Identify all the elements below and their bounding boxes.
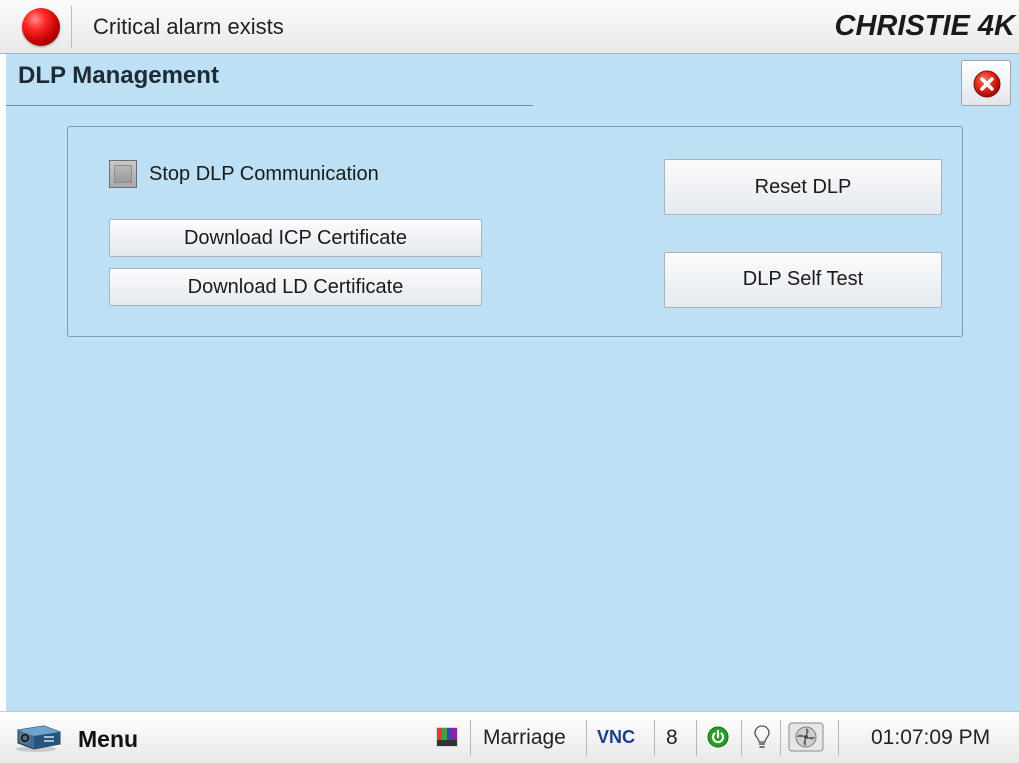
alarm-led-icon[interactable] <box>22 8 60 46</box>
reset-dlp-button[interactable]: Reset DLP <box>664 159 942 215</box>
status-separator <box>470 720 471 756</box>
fan-icon[interactable] <box>788 722 824 752</box>
download-icp-certificate-button[interactable]: Download ICP Certificate <box>109 219 482 257</box>
dlp-self-test-button[interactable]: DLP Self Test <box>664 252 942 308</box>
test-pattern-icon[interactable] <box>436 727 458 747</box>
brand-logo: CHRISTIE 4K <box>834 10 1015 42</box>
projector-icon <box>16 725 61 752</box>
stop-dlp-communication-label[interactable]: Stop DLP Communication <box>149 163 379 186</box>
top-bar-separator <box>71 6 72 48</box>
alarm-status-text[interactable]: Critical alarm exists <box>93 14 284 40</box>
dlp-controls-panel: Stop DLP Communication Download ICP Cert… <box>67 126 963 337</box>
status-bar: Menu Marriage VNC 8 01:07:09 PM <box>0 711 1019 763</box>
page-title: DLP Management <box>18 62 219 89</box>
close-icon <box>973 70 1001 98</box>
channel-name[interactable]: Marriage <box>483 726 566 750</box>
checkbox-fill <box>114 165 132 183</box>
lamp-icon[interactable] <box>753 724 771 750</box>
status-separator <box>838 720 839 756</box>
menu-button[interactable]: Menu <box>6 716 156 760</box>
download-ld-certificate-button[interactable]: Download LD Certificate <box>109 268 482 306</box>
close-button[interactable] <box>961 60 1011 106</box>
clock: 01:07:09 PM <box>871 726 991 749</box>
main-content: DLP Management Stop DLP Communication Do… <box>6 54 1019 711</box>
status-separator <box>586 720 587 756</box>
status-separator <box>696 720 697 756</box>
power-icon[interactable] <box>707 726 729 748</box>
status-separator <box>780 720 781 756</box>
status-separator <box>741 720 742 756</box>
menu-label: Menu <box>78 726 139 752</box>
top-bar: Critical alarm exists CHRISTIE 4K <box>0 0 1019 54</box>
vnc-indicator[interactable]: VNC <box>597 727 635 748</box>
channel-number[interactable]: 8 <box>666 726 678 750</box>
title-divider <box>6 105 533 106</box>
status-separator <box>654 720 655 756</box>
stop-dlp-communication-checkbox[interactable] <box>109 160 137 188</box>
screen: Critical alarm exists CHRISTIE 4K DLP Ma… <box>0 0 1019 763</box>
